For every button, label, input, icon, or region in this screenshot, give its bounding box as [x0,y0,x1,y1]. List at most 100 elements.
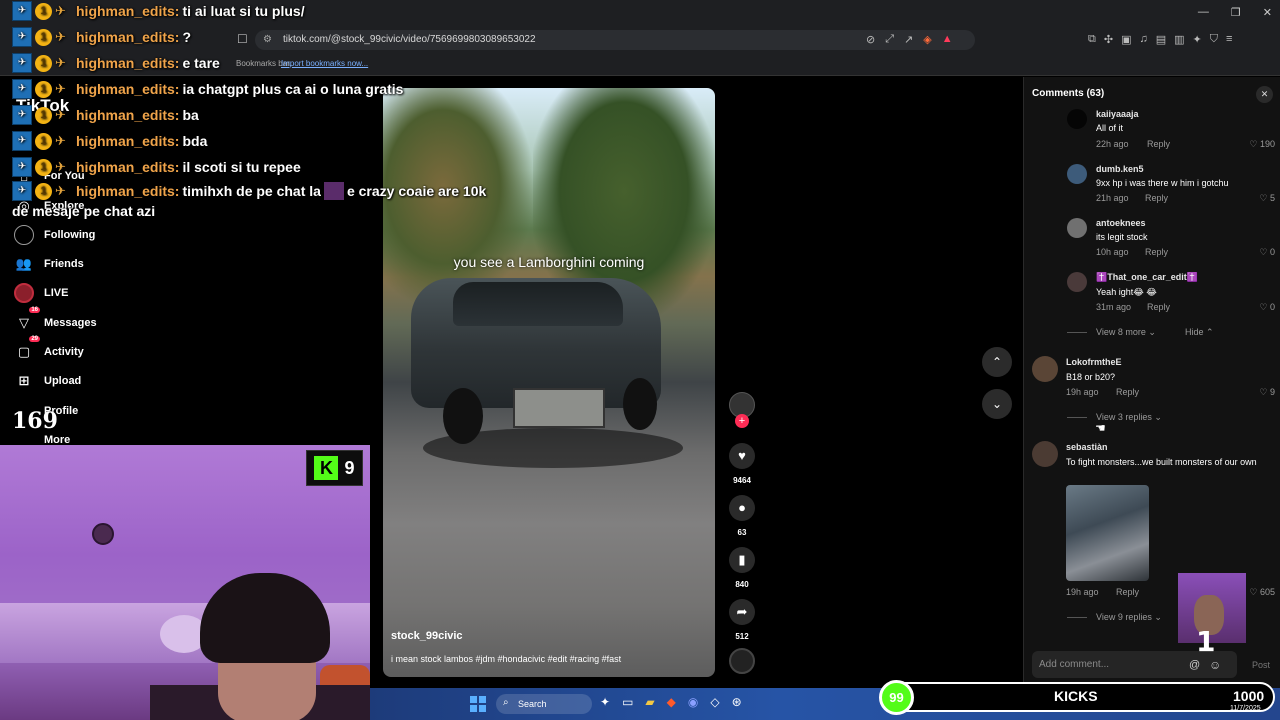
brave-icon[interactable]: ◆ [667,695,676,709]
music-icon[interactable]: ♫ [1139,33,1147,46]
next-video-button[interactable]: ⌄ [982,389,1012,419]
mute-icon[interactable]: ⊘ [866,33,875,46]
chat-message: bda [182,133,208,149]
copilot-icon[interactable]: ✦ [600,695,610,709]
comment-like-count[interactable]: ♡ 0 [1235,247,1275,258]
previous-video-button[interactable]: ⌃ [982,347,1012,377]
reply-button[interactable]: Reply [1116,587,1139,597]
view-more-replies[interactable]: View 8 more ⌄ [1096,327,1156,338]
brave-rewards-icon[interactable]: ▲ [942,33,953,46]
view-replies[interactable]: View 9 replies ⌄ [1096,612,1162,623]
comment-user[interactable]: sebastiàn [1066,442,1108,452]
reply-button[interactable]: Reply [1147,302,1170,312]
discord-icon[interactable]: ◉ [688,695,698,709]
leo-icon[interactable]: ✦ [1193,33,1202,46]
avatar[interactable] [1067,109,1087,129]
menu-icon[interactable]: ≡ [1226,33,1232,46]
heart-icon[interactable]: ♥ [729,443,755,469]
comment-user[interactable]: ✝️That_one_car_edit✝️ [1096,272,1198,283]
nav-label: Upload [44,375,82,387]
chat-line: ✈ 1 ✈ highman_edits: ti ai luat si tu pl… [12,1,305,21]
reply-button[interactable]: Reply [1145,247,1168,257]
nav-label: Messages [44,317,97,329]
view-replies[interactable]: View 3 replies ⌄ [1096,412,1162,423]
avatar[interactable] [1067,164,1087,184]
broadcaster-badge-icon: ✈ [12,131,32,151]
comment-text: 9xx hp i was there w him i gotchu [1096,178,1229,188]
window-controls: — ❐ ✕ [1198,6,1272,19]
comment-like-count[interactable]: ♡ 9 [1235,387,1275,398]
brave-shield-icon[interactable]: ◈ [923,33,931,46]
comment-time: 22h ago [1096,139,1129,149]
nav-activity[interactable]: ▢ 29 Activity [14,336,84,362]
avatar[interactable] [1032,441,1058,467]
comment-like-count[interactable]: ♡ 190 [1235,139,1275,150]
file-explorer-icon[interactable]: ▰ [645,695,654,709]
reply-button[interactable]: Reply [1147,139,1170,149]
wallet-icon[interactable]: ▥ [1174,33,1184,46]
chat-message: e tare [182,55,220,71]
comment-count: 63 [737,528,747,537]
reply-button[interactable]: Reply [1145,193,1168,203]
steam-icon[interactable]: ⊛ [732,695,742,709]
chat-username: highman_edits: [76,81,180,97]
nav-upload[interactable]: ⊞ Upload [14,371,82,391]
bookmark-save-icon[interactable]: ▮ [729,547,755,573]
close-window-icon[interactable]: ✕ [1263,6,1272,19]
chat-message: il scoti si tu repee [182,159,301,175]
vpn-icon[interactable]: ⛉ [1210,33,1218,46]
broadcaster-badge-icon: ✈ [12,79,32,99]
comment-text: its legit stock [1096,232,1148,242]
level-badge: 1 [35,2,52,20]
avatar[interactable] [1032,356,1058,382]
comment-photo[interactable] [1066,485,1149,581]
like-value: 0 [1269,302,1275,312]
chat-message: ti ai luat si tu plus/ [182,3,305,19]
share-arrow-icon[interactable]: ➦ [729,599,755,625]
comment-user[interactable]: dumb.ken5 [1096,164,1144,174]
kicks-goal: 1000 [1233,688,1265,704]
emoji-icon[interactable]: ☺ [1209,658,1221,672]
like-count: 9464 [733,476,751,485]
mention-icon[interactable]: @ [1189,659,1200,671]
follow-plus-icon[interactable]: + [735,414,749,428]
nav-live[interactable]: LIVE [14,283,68,303]
webcam-feed [0,445,370,720]
sidebar-icon[interactable]: ▤ [1156,33,1166,46]
chat-username: highman_edits: [76,133,180,149]
zoom-icon[interactable]: ⤢ [885,33,894,46]
puzzle-icon[interactable]: ✣ [1104,33,1113,46]
chat-username: highman_edits: [76,183,180,199]
kick-logo-icon: K [314,456,339,480]
windows-start-icon[interactable] [470,696,486,712]
extension-icon[interactable]: ⧉ [1088,33,1096,46]
chat-line: ✈ 1 ✈ highman_edits: ? [12,27,191,47]
hide-replies[interactable]: Hide ⌃ [1185,327,1214,338]
nav-friends[interactable]: 👥 Friends [14,254,84,274]
video-overlay-text: you see a Lamborghini coming [453,254,645,270]
video-author[interactable]: stock_99civic [391,630,463,642]
car-window [453,282,623,326]
close-icon[interactable]: ✕ [1256,86,1273,103]
music-disc-icon[interactable] [729,648,755,674]
comment-user[interactable]: kaiiyaaaja [1096,109,1139,119]
avatar[interactable] [1067,272,1087,292]
comment-like-count[interactable]: ♡ 0 [1235,302,1275,313]
nav-messages[interactable]: ▽ 16 Messages [14,307,97,333]
post-button[interactable]: Post [1252,660,1270,670]
chat-line: ✈ 1 ✈ highman_edits: timihxh de pe chat … [12,181,486,201]
screenshot-icon[interactable]: ▣ [1121,33,1131,46]
comment-icon[interactable]: ● [729,495,755,521]
restore-icon[interactable]: ❐ [1231,6,1241,19]
comment-like-count[interactable]: ♡ 5 [1235,193,1275,204]
task-view-icon[interactable]: ▭ [622,695,633,709]
nav-label: LIVE [44,287,69,299]
reply-button[interactable]: Reply [1116,387,1139,397]
kicks-label: KICKS [1054,688,1098,704]
comment-user[interactable]: antoeknees [1096,218,1146,228]
share-icon[interactable]: ↗ [904,33,913,46]
avatar[interactable] [1067,218,1087,238]
comment-user[interactable]: LokofrmtheE [1066,357,1122,367]
minimize-icon[interactable]: — [1198,6,1209,19]
app-icon[interactable]: ◇ [710,695,719,709]
